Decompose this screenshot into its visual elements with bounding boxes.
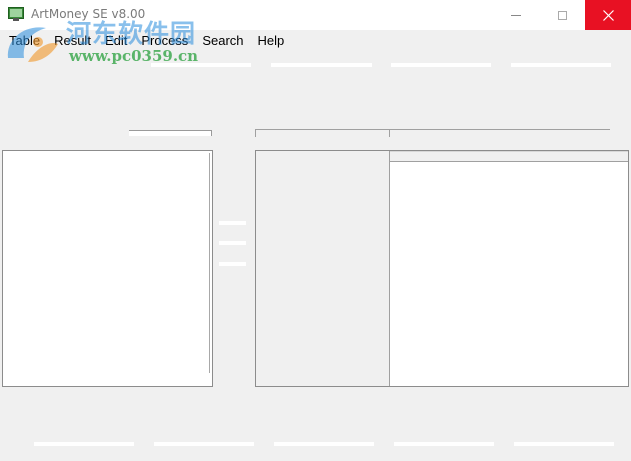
close-icon: [602, 9, 614, 21]
left-list-header: [129, 130, 212, 136]
side-button-3[interactable]: [219, 262, 246, 266]
right-tree-pane[interactable]: [256, 151, 390, 386]
minimize-icon: [511, 14, 521, 16]
right-table[interactable]: [390, 151, 628, 386]
table-column-header[interactable]: [390, 151, 628, 162]
right-panel-header: [255, 129, 610, 137]
minimize-button[interactable]: [493, 0, 539, 30]
side-button-1[interactable]: [219, 221, 246, 225]
maximize-button[interactable]: [539, 0, 585, 30]
left-list[interactable]: [2, 150, 213, 387]
right-header-divider: [389, 130, 390, 137]
side-button-2[interactable]: [219, 241, 246, 245]
toolbar-button-4[interactable]: [511, 63, 611, 67]
menu-search[interactable]: Search: [195, 33, 250, 48]
watermark-chinese-text: 河东软件园: [66, 19, 197, 48]
maximize-icon: [557, 10, 567, 20]
app-window: ArtMoney SE v8.00 Table Result Edit Proc…: [0, 0, 631, 461]
bottom-button-5[interactable]: [514, 442, 614, 446]
bottom-button-3[interactable]: [274, 442, 374, 446]
toolbar-button-3[interactable]: [391, 63, 491, 67]
right-panel: [255, 150, 629, 387]
toolbar-button-2[interactable]: [271, 63, 372, 67]
bottom-button-4[interactable]: [394, 442, 494, 446]
left-list-scroll-edge: [209, 153, 210, 373]
toolbar-button-1[interactable]: [151, 63, 251, 67]
watermark-logo-icon: [7, 27, 58, 62]
bottom-button-2[interactable]: [154, 442, 254, 446]
bottom-button-1[interactable]: [34, 442, 134, 446]
menu-help[interactable]: Help: [251, 33, 292, 48]
close-button[interactable]: [585, 0, 631, 30]
